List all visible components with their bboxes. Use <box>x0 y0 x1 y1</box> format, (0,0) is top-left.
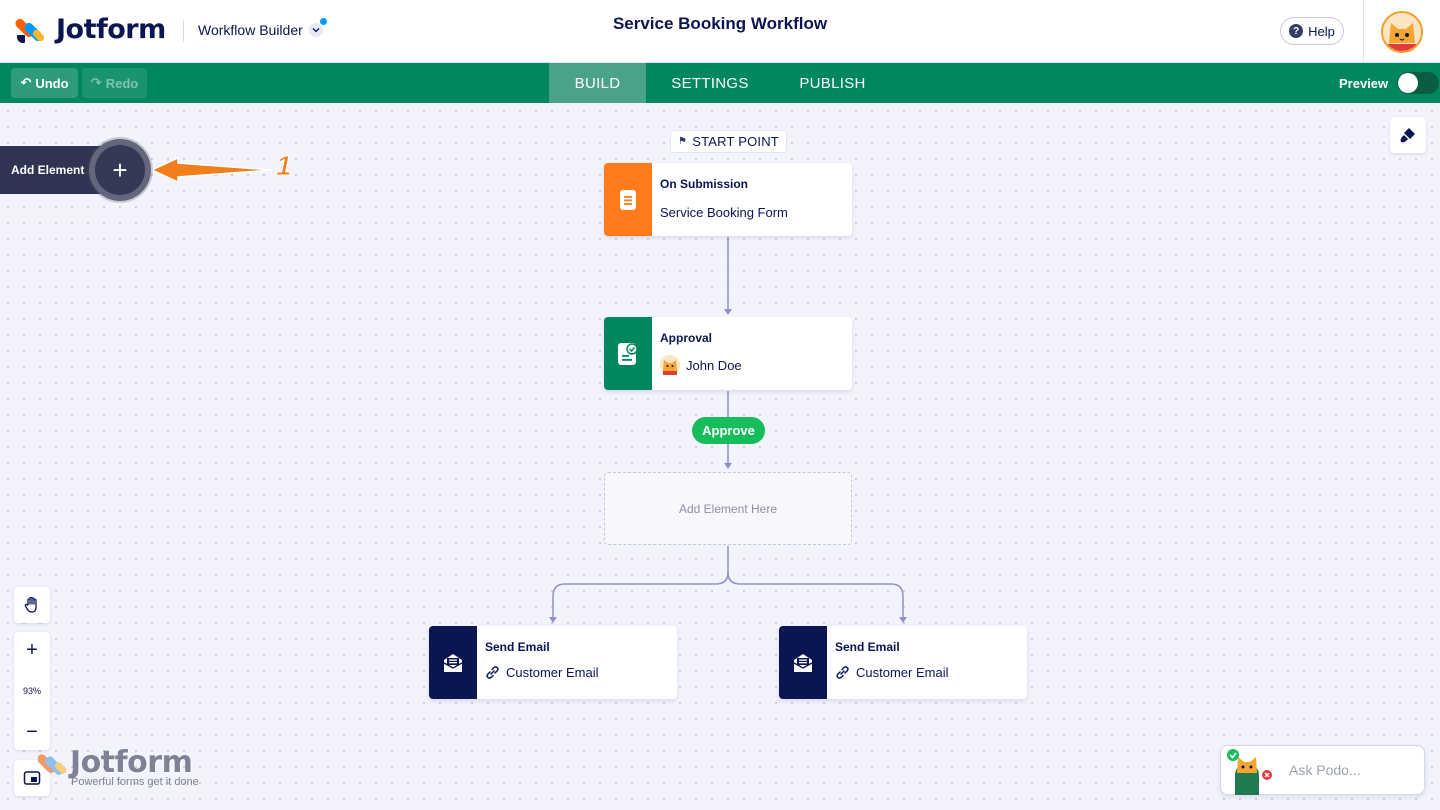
add-element-here-dropzone[interactable]: Add Element Here <box>604 472 852 545</box>
zoom-in-button[interactable]: + <box>14 632 50 668</box>
start-point-text: START POINT <box>692 134 779 149</box>
approval-icon <box>604 317 652 390</box>
form-icon <box>604 163 652 236</box>
start-point-label: ⚑ START POINT <box>670 130 787 153</box>
hand-icon <box>24 596 37 613</box>
annotation-arrow <box>150 156 273 184</box>
workflow-node-send-email-2[interactable]: Send Email Customer Email <box>779 626 1027 699</box>
zoom-controls: + 93% − <box>14 632 50 750</box>
workflow-connectors <box>150 156 907 623</box>
node-subtitle: Customer Email <box>856 665 949 680</box>
node-subtitle: Customer Email <box>506 665 599 680</box>
watermark-tagline: Powerful forms get it done <box>71 776 199 788</box>
minus-icon: − <box>26 720 38 743</box>
add-element-button[interactable]: + <box>89 139 151 201</box>
zoom-level: 93% <box>22 686 41 696</box>
plus-icon: + <box>26 638 38 661</box>
node-title: Approval <box>660 331 713 345</box>
workflow-node-on-submission[interactable]: On Submission Service Booking Form <box>604 163 852 236</box>
link-icon <box>835 665 850 680</box>
flag-icon: ⚑ <box>678 136 688 147</box>
pan-hand-button[interactable] <box>14 587 50 623</box>
watermark-brand: Jotform <box>70 745 193 780</box>
ask-podo-assistant[interactable]: Ask Podo... <box>1220 745 1425 795</box>
workflow-node-approval[interactable]: Approval John Doe <box>604 317 852 390</box>
email-icon <box>429 626 477 699</box>
node-title: Send Email <box>485 640 550 654</box>
node-subtitle: John Doe <box>686 357 742 373</box>
node-subtitle: Service Booking Form <box>660 205 788 220</box>
canvas-style-button[interactable] <box>1390 117 1426 153</box>
link-icon <box>485 665 500 680</box>
ask-podo-placeholder: Ask Podo... <box>1289 762 1361 778</box>
jotform-watermark-logo-icon <box>38 754 67 775</box>
add-element-label: Add Element <box>11 163 85 177</box>
workflow-node-send-email-1[interactable]: Send Email Customer Email <box>429 626 677 699</box>
node-title: On Submission <box>660 177 749 191</box>
plus-icon: + <box>112 154 128 185</box>
email-icon <box>779 626 827 699</box>
podo-mascot-icon <box>1221 745 1275 795</box>
annotation-number: 1 <box>276 150 293 182</box>
assignee-avatar-icon <box>660 355 680 375</box>
jotform-watermark: Jotform Powerful forms get it done <box>38 745 199 788</box>
node-title: Send Email <box>835 640 900 654</box>
approve-branch-badge[interactable]: Approve <box>692 417 765 444</box>
paint-brush-icon <box>1400 128 1415 143</box>
